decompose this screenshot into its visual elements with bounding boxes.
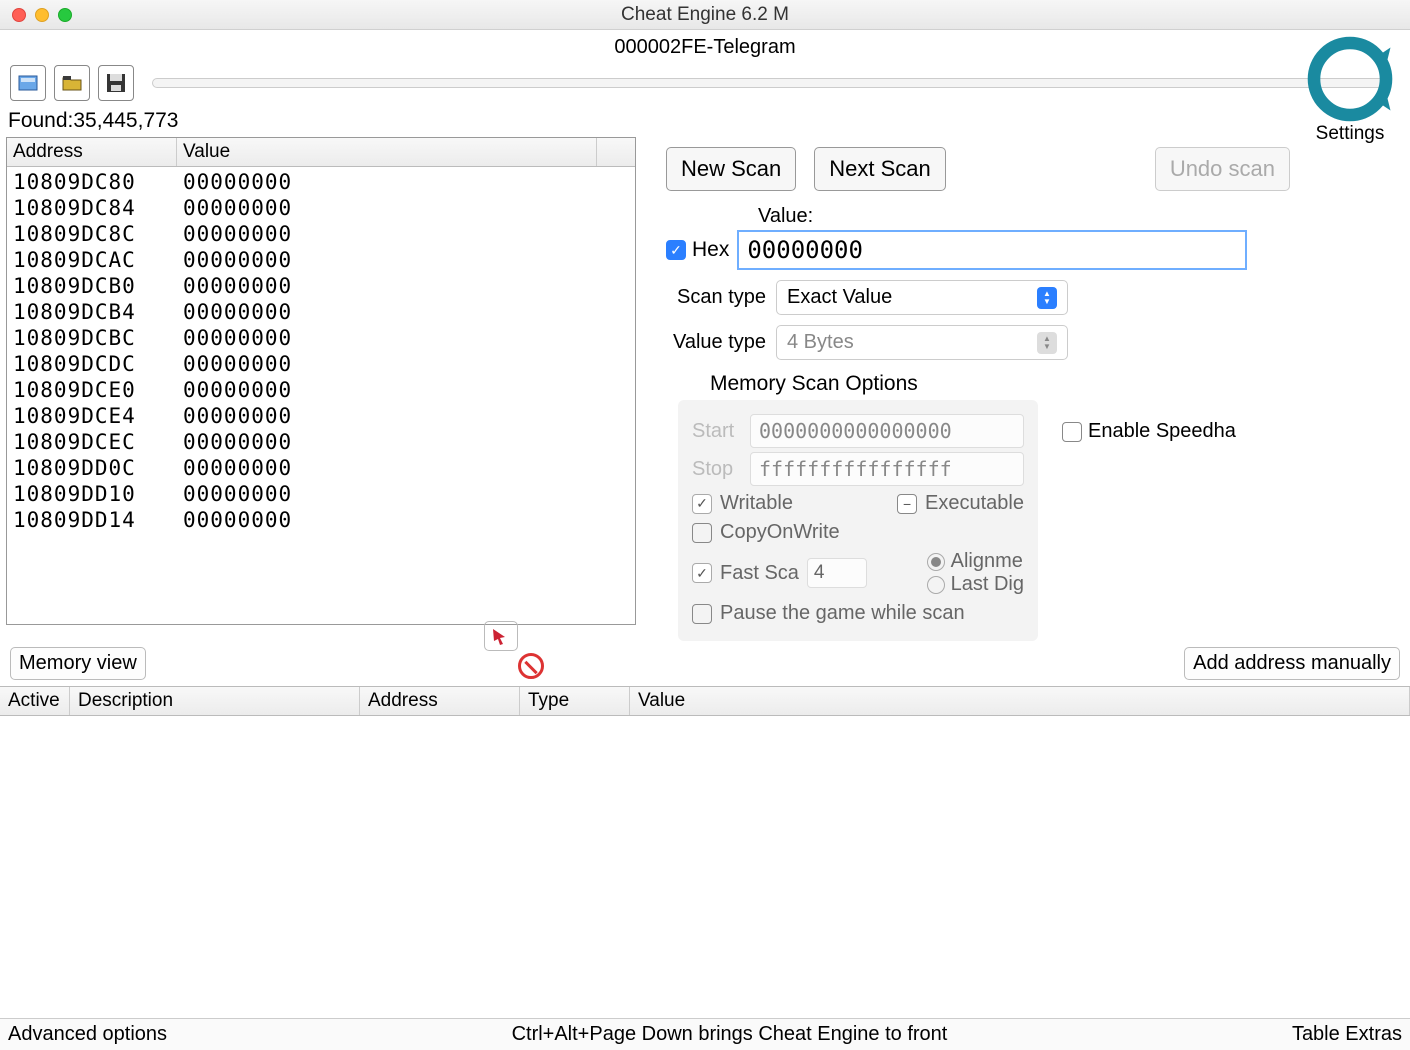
- results-row[interactable]: 10809DCB000000000: [7, 273, 635, 299]
- save-file-button[interactable]: [98, 65, 134, 101]
- open-file-button[interactable]: [54, 65, 90, 101]
- process-name-label: 000002FE-Telegram: [0, 30, 1410, 61]
- pause-label: Pause the game while scan: [720, 602, 965, 625]
- header-address[interactable]: Address: [360, 687, 520, 715]
- scan-type-label: Scan type: [666, 286, 766, 309]
- close-window-button[interactable]: [12, 8, 26, 22]
- scan-value-input[interactable]: [737, 230, 1247, 270]
- results-row[interactable]: 10809DC8C00000000: [7, 221, 635, 247]
- enable-speedhack-row: Enable Speedha: [1062, 420, 1236, 443]
- results-row[interactable]: 10809DCBC00000000: [7, 325, 635, 351]
- scan-progress-bar: [152, 78, 1390, 88]
- hex-label: Hex: [692, 238, 729, 262]
- minimize-window-button[interactable]: [35, 8, 49, 22]
- memory-scan-options-panel: Start Stop ✓ Writable − Executable CopyO…: [678, 400, 1038, 641]
- pointer-arrow-button[interactable]: [484, 621, 518, 651]
- memory-view-button[interactable]: Memory view: [10, 647, 146, 680]
- zoom-window-button[interactable]: [58, 8, 72, 22]
- executable-label: Executable: [925, 492, 1024, 515]
- stop-label: Stop: [692, 458, 740, 481]
- copyonwrite-checkbox[interactable]: [692, 523, 712, 543]
- logo-area: Settings: [1290, 34, 1410, 145]
- header-value[interactable]: Value: [630, 687, 1410, 715]
- table-extras-button[interactable]: Table Extras: [1292, 1023, 1402, 1046]
- writable-checkbox[interactable]: ✓: [692, 494, 712, 514]
- value-type-label: Value type: [666, 331, 766, 354]
- value-label: Value:: [758, 205, 1410, 228]
- footer-hint: Ctrl+Alt+Page Down brings Cheat Engine t…: [167, 1023, 1292, 1046]
- results-row[interactable]: 10809DD1000000000: [7, 481, 635, 507]
- titlebar: Cheat Engine 6.2 M: [0, 0, 1410, 30]
- scan-results-list[interactable]: Address Value 10809DC800000000010809DC84…: [6, 137, 636, 625]
- executable-checkbox[interactable]: −: [897, 494, 917, 514]
- fastscan-checkbox[interactable]: ✓: [692, 563, 712, 583]
- results-row[interactable]: 10809DC8400000000: [7, 195, 635, 221]
- next-scan-button[interactable]: Next Scan: [814, 147, 946, 191]
- pause-while-scan-checkbox[interactable]: [692, 604, 712, 624]
- results-header-value[interactable]: Value: [177, 138, 597, 166]
- results-row[interactable]: 10809DCAC00000000: [7, 247, 635, 273]
- range-start-input[interactable]: [750, 414, 1024, 448]
- cheat-table-body[interactable]: [0, 716, 1410, 916]
- window-title: Cheat Engine 6.2 M: [0, 4, 1410, 26]
- select-process-button[interactable]: [10, 65, 46, 101]
- value-type-select[interactable]: 4 Bytes ▲▼: [776, 325, 1068, 360]
- header-description[interactable]: Description: [70, 687, 360, 715]
- results-header-address[interactable]: Address: [7, 138, 177, 166]
- new-scan-button[interactable]: New Scan: [666, 147, 796, 191]
- chevron-updown-icon: ▲▼: [1037, 287, 1057, 309]
- chevron-updown-icon: ▲▼: [1037, 332, 1057, 354]
- results-row[interactable]: 10809DCE400000000: [7, 403, 635, 429]
- found-count-label: Found:35,445,773: [0, 105, 1410, 137]
- last-digits-radio[interactable]: [927, 576, 945, 594]
- writable-label: Writable: [720, 492, 793, 515]
- results-row[interactable]: 10809DCE000000000: [7, 377, 635, 403]
- copyonwrite-label: CopyOnWrite: [720, 521, 840, 544]
- results-row[interactable]: 10809DCDC00000000: [7, 351, 635, 377]
- results-row[interactable]: 10809DCEC00000000: [7, 429, 635, 455]
- header-active[interactable]: Active: [0, 687, 70, 715]
- fastscan-label: Fast Sca: [720, 562, 799, 585]
- alignment-radio[interactable]: [927, 553, 945, 571]
- undo-scan-button[interactable]: Undo scan: [1155, 147, 1290, 191]
- cheat-engine-logo-icon: [1300, 34, 1400, 124]
- hex-checkbox[interactable]: ✓: [666, 240, 686, 260]
- scan-type-select[interactable]: Exact Value ▲▼: [776, 280, 1068, 315]
- advanced-options-button[interactable]: Advanced options: [8, 1023, 167, 1046]
- results-header: Address Value: [7, 138, 635, 167]
- header-type[interactable]: Type: [520, 687, 630, 715]
- results-row[interactable]: 10809DD1400000000: [7, 507, 635, 533]
- enable-speedhack-checkbox[interactable]: [1062, 422, 1082, 442]
- fastscan-value-input[interactable]: [807, 558, 867, 588]
- memory-scan-options-title: Memory Scan Options: [710, 372, 1410, 396]
- toolbar: [0, 61, 1410, 105]
- add-address-manually-button[interactable]: Add address manually: [1184, 647, 1400, 680]
- footer: Advanced options Ctrl+Alt+Page Down brin…: [0, 1018, 1410, 1050]
- results-row[interactable]: 10809DD0C00000000: [7, 455, 635, 481]
- results-row[interactable]: 10809DCB400000000: [7, 299, 635, 325]
- clear-list-icon[interactable]: [518, 653, 544, 679]
- results-row[interactable]: 10809DC8000000000: [7, 169, 635, 195]
- range-stop-input[interactable]: [750, 452, 1024, 486]
- start-label: Start: [692, 420, 740, 443]
- enable-speedhack-label: Enable Speedha: [1088, 420, 1236, 443]
- cheat-table-header: Active Description Address Type Value: [0, 686, 1410, 716]
